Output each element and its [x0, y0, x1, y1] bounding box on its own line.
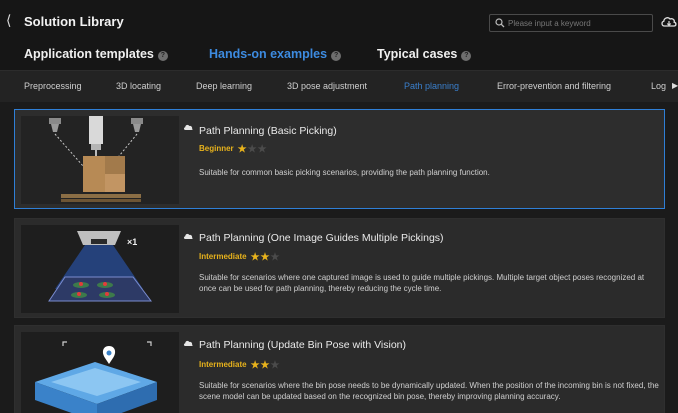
card-thumbnail: ×1 — [21, 225, 179, 313]
difficulty-level: Beginner ★★★ — [199, 144, 268, 155]
search-input[interactable] — [508, 16, 648, 30]
star-rating: ★★★ — [238, 144, 268, 155]
subtab-path-planning[interactable]: Path planning — [404, 81, 459, 91]
card-thumbnail — [21, 116, 179, 204]
star-filled-icon: ★ — [260, 252, 271, 263]
cloud-download-icon[interactable] — [183, 232, 193, 241]
tab-application-templates[interactable]: Application templates? — [24, 47, 168, 61]
subtab-log[interactable]: Log — [651, 81, 666, 91]
search-icon — [495, 18, 505, 28]
example-card-multiple-pickings[interactable]: ×1 Path Planning (One Image Guides Multi… — [14, 218, 665, 318]
cloud-download-icon[interactable] — [660, 14, 678, 30]
subtab-3d-pose-adjustment[interactable]: 3D pose adjustment — [287, 81, 367, 91]
star-filled-icon: ★ — [260, 360, 271, 371]
tab-typical-cases[interactable]: Typical cases? — [377, 47, 472, 61]
subtab-error-prevention[interactable]: Error-prevention and filtering — [497, 81, 611, 91]
tab-label: Hands-on examples — [209, 47, 328, 61]
category-tabs: Application templates? Hands-on examples… — [0, 40, 678, 70]
help-icon[interactable]: ? — [461, 51, 472, 61]
chevron-right-icon[interactable]: ▶ — [672, 81, 678, 90]
search-box[interactable] — [489, 14, 653, 32]
subtab-preprocessing[interactable]: Preprocessing — [24, 81, 82, 91]
subcategory-tabs: Preprocessing 3D locating Deep learning … — [0, 70, 678, 102]
bin-pose-illustration — [21, 332, 179, 413]
card-description: Suitable for scenarios where one capture… — [199, 273, 645, 293]
difficulty-level: Intermediate ★★★ — [199, 252, 280, 263]
chevron-left-icon[interactable]: ⟨ — [6, 13, 20, 27]
level-label: Intermediate — [199, 360, 247, 369]
tab-label: Typical cases — [377, 47, 458, 61]
card-description: Suitable for common basic picking scenar… — [199, 168, 490, 177]
star-rating: ★★★ — [251, 252, 281, 263]
title-bar: ⟨ Solution Library — [0, 0, 678, 40]
help-icon[interactable]: ? — [331, 51, 342, 61]
difficulty-level: Intermediate ★★★ — [199, 360, 280, 371]
star-rating: ★★★ — [251, 360, 281, 371]
example-card-update-bin-pose[interactable]: Path Planning (Update Bin Pose with Visi… — [14, 325, 665, 413]
subtab-3d-locating[interactable]: 3D locating — [116, 81, 161, 91]
star-filled-icon: ★ — [250, 360, 261, 371]
card-thumbnail — [21, 332, 179, 413]
star-empty-icon: ★ — [257, 144, 268, 155]
star-empty-icon: ★ — [270, 252, 281, 263]
card-description: Suitable for scenarios where the bin pos… — [199, 381, 659, 401]
level-label: Beginner — [199, 144, 234, 153]
star-empty-icon: ★ — [247, 144, 258, 155]
card-title: Path Planning (Update Bin Pose with Visi… — [199, 339, 407, 351]
cloud-download-icon[interactable] — [183, 123, 193, 132]
subtab-deep-learning[interactable]: Deep learning — [196, 81, 252, 91]
star-filled-icon: ★ — [250, 252, 261, 263]
example-list: Path Planning (Basic Picking) Beginner ★★… — [0, 102, 678, 413]
tab-hands-on-examples[interactable]: Hands-on examples? — [209, 47, 342, 61]
star-empty-icon: ★ — [270, 360, 281, 371]
example-card-basic-picking[interactable]: Path Planning (Basic Picking) Beginner ★★… — [14, 109, 665, 209]
help-icon[interactable]: ? — [157, 51, 168, 61]
camera-multiple-picking-illustration — [21, 225, 179, 313]
card-title: Path Planning (Basic Picking) — [199, 125, 337, 137]
robot-picking-illustration — [21, 116, 179, 204]
star-filled-icon: ★ — [237, 144, 248, 155]
level-label: Intermediate — [199, 252, 247, 261]
page-title: Solution Library — [24, 14, 124, 29]
capture-count-badge: ×1 — [127, 237, 138, 247]
tab-label: Application templates — [24, 47, 154, 61]
cloud-download-icon[interactable] — [183, 339, 193, 348]
card-title: Path Planning (One Image Guides Multiple… — [199, 232, 444, 244]
